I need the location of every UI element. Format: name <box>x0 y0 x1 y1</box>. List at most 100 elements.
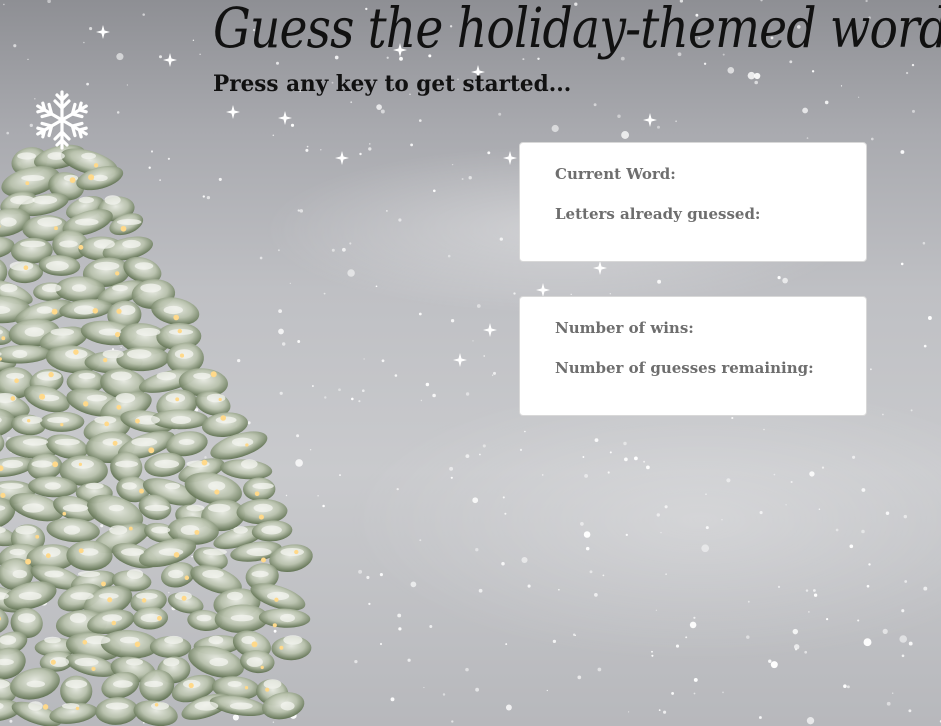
tree-snow <box>116 219 142 225</box>
tree-snow <box>193 372 211 380</box>
score-card: Number of wins: Number of guesses remain… <box>519 296 867 416</box>
tree-light <box>134 641 141 648</box>
tree-snow <box>71 459 94 469</box>
tree-snow <box>263 679 282 689</box>
tree-snow <box>9 261 34 271</box>
tree-snow <box>178 439 195 445</box>
tree-snow <box>115 460 139 468</box>
tree-snow <box>156 371 177 381</box>
snowflake-icon <box>32 90 92 150</box>
tree-snow <box>140 283 162 293</box>
tree-light <box>78 244 84 250</box>
tree-light <box>139 488 144 494</box>
tree-snow <box>164 635 184 645</box>
tree-snow <box>2 459 24 469</box>
tree-light <box>260 665 264 670</box>
tree-snow <box>126 349 152 359</box>
tree-light <box>184 575 190 581</box>
tree-light <box>93 163 99 168</box>
tree-light <box>101 581 106 587</box>
tree-snow <box>28 701 43 711</box>
tree-snow <box>246 657 263 667</box>
tree-light <box>274 597 279 602</box>
tree-snow <box>209 657 229 667</box>
tree-light <box>177 328 182 334</box>
tree-snow <box>65 679 88 689</box>
tree-snow <box>283 635 303 645</box>
tree-light <box>120 225 127 232</box>
tree-snow <box>246 548 272 556</box>
tree-snow <box>186 504 205 512</box>
tree-snow <box>194 701 219 711</box>
tree-snow <box>92 174 108 182</box>
tree-light <box>83 401 89 407</box>
tree-snow <box>105 702 129 710</box>
tree-light <box>294 549 299 555</box>
tree-snow <box>154 459 180 469</box>
tree-snow <box>163 657 180 667</box>
current-word-row: Current Word: <box>555 165 682 183</box>
tree-snow <box>22 503 45 513</box>
tree-light <box>25 558 32 565</box>
tree-snow <box>280 548 305 556</box>
tree-snow <box>231 437 254 447</box>
tree-snow <box>208 635 224 645</box>
tree-bough <box>242 477 276 501</box>
tree-snow <box>37 217 62 227</box>
tree-light <box>201 459 208 466</box>
tree-light <box>112 440 118 446</box>
tree-light <box>279 645 284 650</box>
tree-snow <box>42 547 61 557</box>
tree-snow <box>233 526 248 534</box>
tree-light <box>23 265 29 271</box>
tree-light <box>173 314 180 321</box>
tree-snow <box>18 591 42 601</box>
tree-snow <box>85 635 111 645</box>
tree-snow <box>119 305 136 315</box>
tree-snow <box>102 438 123 446</box>
tree-light <box>220 415 226 421</box>
tree-light <box>52 461 59 468</box>
tree-snow <box>44 636 61 644</box>
tree-snow <box>122 239 141 249</box>
page-title: Guess the holiday-themed word <box>213 0 941 60</box>
tree-snow <box>54 438 80 446</box>
tree-snow <box>113 680 133 688</box>
tree-snow <box>75 218 99 226</box>
tree-snow <box>15 525 37 535</box>
guesses-remaining-label: Number of guesses remaining: <box>555 359 814 377</box>
tree-snow <box>126 658 143 666</box>
tree-snow <box>59 240 78 248</box>
tree-light <box>154 703 159 707</box>
tree-snow <box>108 504 125 512</box>
tree-snow <box>174 349 194 359</box>
tree-snow <box>131 437 158 447</box>
tree-snow <box>280 613 295 623</box>
tree-snow <box>115 393 136 403</box>
tree-snow <box>32 195 58 205</box>
tree-light <box>60 422 64 427</box>
tree-light <box>258 514 264 520</box>
tree-snow <box>22 438 48 446</box>
tree-light <box>116 404 122 410</box>
tree-snow <box>215 416 237 424</box>
tree-light <box>107 597 113 603</box>
tree-light <box>114 331 121 338</box>
tree-snow <box>158 548 184 556</box>
tree-snow <box>168 569 184 579</box>
tree-snow <box>74 657 99 667</box>
tree-snow <box>144 680 164 688</box>
letters-guessed-row: Letters already guessed: <box>555 205 766 223</box>
tree-light <box>103 357 108 363</box>
tree-snow <box>26 680 46 688</box>
tree-light <box>194 529 200 535</box>
wins-row: Number of wins: <box>555 319 700 337</box>
start-instructions: Press any key to get started... <box>213 71 572 97</box>
tree-snow <box>251 570 269 578</box>
tree-light <box>35 534 40 539</box>
tree-light <box>69 177 76 184</box>
tree-light <box>54 226 58 231</box>
tree-light <box>104 421 110 427</box>
tree-snow <box>9 548 26 556</box>
tree-light <box>116 308 122 314</box>
